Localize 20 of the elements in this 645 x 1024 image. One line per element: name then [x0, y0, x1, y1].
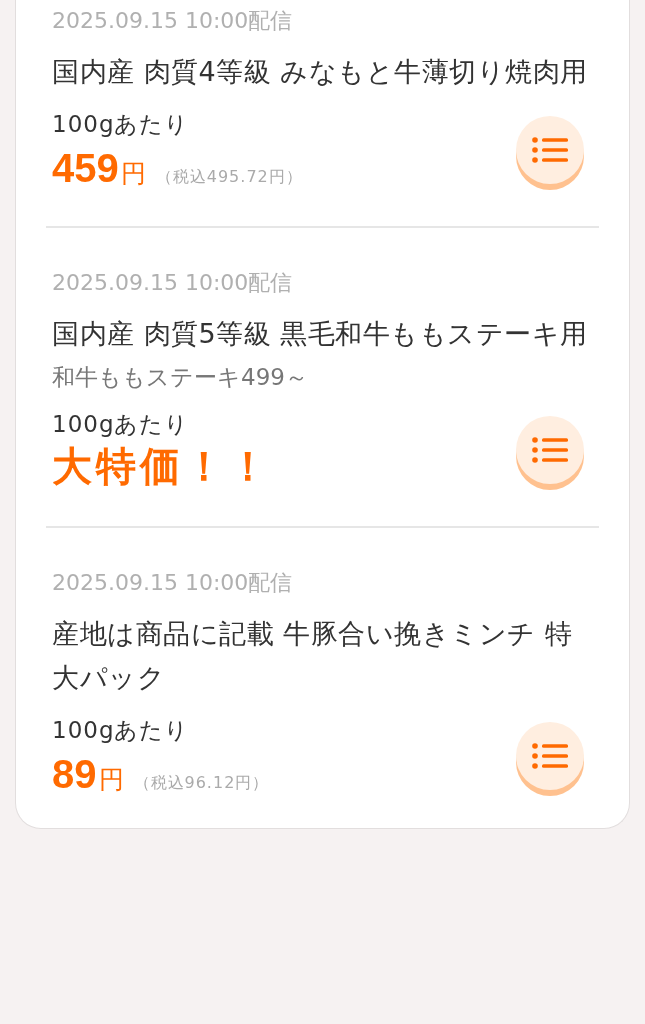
tax-included-price: （税込96.12円） — [133, 773, 270, 794]
product-subtitle: 和牛ももステーキ499～ — [52, 363, 309, 392]
list-icon — [532, 743, 568, 769]
unit-label: 100gあたり — [52, 410, 191, 439]
tax-included-price: （税込495.72円） — [155, 167, 303, 188]
list-icon — [532, 137, 568, 163]
delivery-date: 2025.09.15 10:00配信 — [52, 7, 294, 35]
delivery-date: 2025.09.15 10:00配信 — [52, 269, 294, 297]
special-price-label: 大特価！！ — [52, 443, 272, 489]
product-title: 国内産 肉質4等級 みなもと牛薄切り焼肉用 — [52, 55, 589, 89]
product-title: 産地は商品に記載 牛豚合い挽きミンチ 特大パック — [52, 617, 574, 695]
delivery-date: 2025.09.15 10:00配信 — [52, 569, 294, 597]
price-amount: 89 — [52, 751, 97, 798]
unit-label: 100gあたり — [52, 110, 191, 139]
list-icon — [532, 437, 568, 463]
unit-label: 100gあたり — [52, 716, 191, 745]
price-amount: 459 — [52, 145, 119, 192]
currency-label: 円 — [120, 158, 146, 190]
currency-label: 円 — [98, 764, 124, 796]
product-title: 国内産 肉質5等級 黒毛和牛ももステーキ用 — [52, 317, 589, 351]
